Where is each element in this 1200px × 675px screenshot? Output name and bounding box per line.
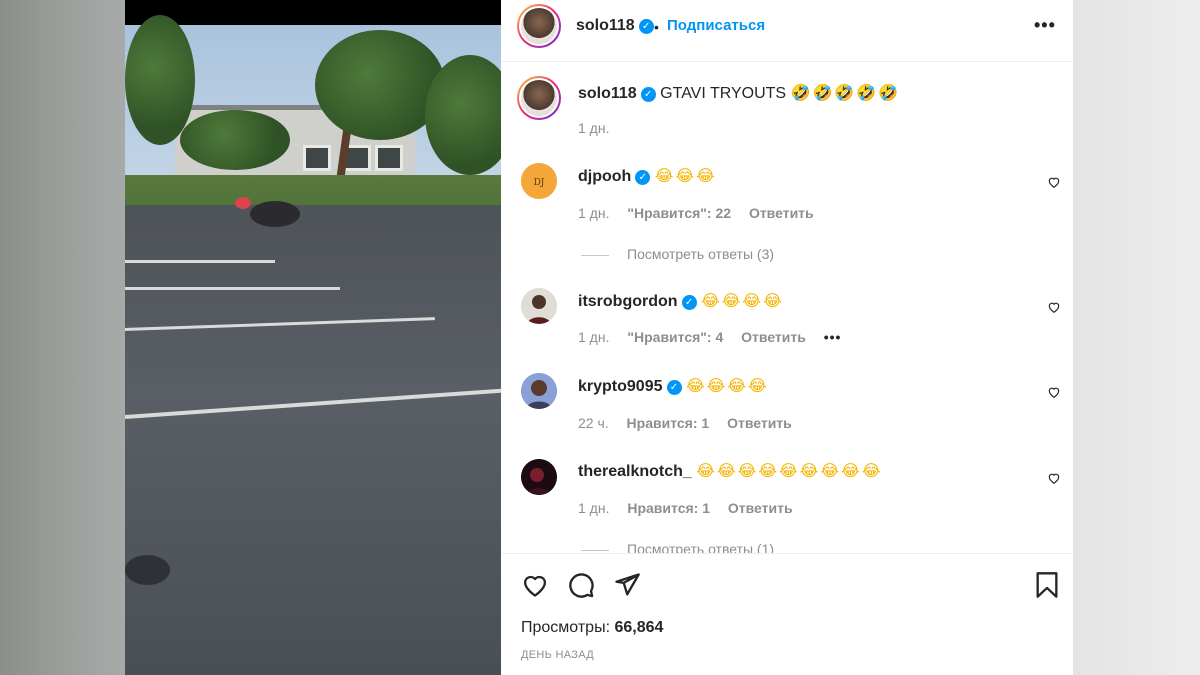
post-time-ago[interactable]: ДЕНЬ НАЗАД [521,649,594,661]
comment-emojis: 😂😂😂😂😂😂😂😂😂 [696,463,883,480]
send-icon[interactable] [613,571,641,599]
comment-avatar[interactable] [521,459,557,495]
comment-emojis: 😂😂😂😂 [685,378,769,395]
comment-likes[interactable]: Нравится: 1 [627,500,710,516]
comment-avatar[interactable]: DJ [521,163,557,199]
follow-button[interactable]: Подписаться [667,17,765,34]
post-options-button[interactable]: ••• [1034,15,1056,36]
video-scooter-light [235,197,251,209]
video-parking-line [125,260,275,263]
view-replies-button[interactable]: Посмотреть ответы (1) [581,541,774,553]
reply-button[interactable]: Ответить [727,415,792,431]
comment-text: itsrobgordon ✓ 😂😂😂😂 [578,291,784,311]
comment-like-heart-icon[interactable] [1047,300,1061,314]
verified-badge-icon: ✓ [635,170,651,185]
post-details-panel: solo118 ✓ • Подписаться ••• solo118 ✓ GTAV… [501,0,1073,675]
caption-avatar[interactable] [517,76,561,120]
comment-time[interactable]: 1 дн. [578,329,609,345]
comment-text: therealknotch_ 😂😂😂😂😂😂😂😂😂 [578,461,883,481]
views-label: Просмотры: [521,619,611,636]
comment-avatar[interactable] [521,288,557,324]
comment-likes[interactable]: "Нравится": 4 [627,329,723,345]
verified-badge-icon: ✓ [681,295,697,310]
verified-badge-icon: ✓ [638,19,654,34]
caption-meta: 1 дн. [578,120,623,136]
views-number: 66,864 [614,619,664,636]
views-count: Просмотры: 66,864 [521,619,663,637]
view-replies-button[interactable]: Посмотреть ответы (3) [581,246,774,262]
author-username[interactable]: solo118 ✓ [576,17,654,35]
video-asphalt [125,205,501,675]
video-window [375,145,403,171]
post-video[interactable] [125,0,501,675]
video-top-bar [125,0,501,25]
comment-emojis: 😂😂😂 [654,168,717,185]
video-tree [125,15,195,145]
djpooh-logo-icon: DJ [521,163,557,199]
video-tree [180,110,290,170]
author-username-text: solo118 [576,17,635,34]
therealknotch-avatar-icon [521,459,557,495]
header-separator: • [654,19,659,35]
comment-options-button[interactable]: ••• [824,329,842,345]
bookmark-icon[interactable] [1033,571,1061,599]
itsrobgordon-avatar-icon [521,288,557,324]
comment-avatar[interactable] [521,373,557,409]
caption-emojis: 🤣🤣🤣🤣🤣 [790,85,901,102]
comment-username[interactable]: itsrobgordon [578,293,678,310]
author-avatar[interactable] [517,4,561,48]
comments-list: solo118 ✓ GTAVI TRYOUTS 🤣🤣🤣🤣🤣 1 дн. DJ dj… [501,63,1073,553]
comment-username[interactable]: krypto9095 [578,378,663,395]
comment-likes[interactable]: Нравится: 1 [627,415,710,431]
krypto9095-avatar-icon [521,373,557,409]
verified-badge-icon: ✓ [640,87,656,102]
verified-badge-icon: ✓ [666,380,682,395]
author-avatar-image [519,6,559,46]
comment-username[interactable]: djpooh [578,168,631,185]
caption-time[interactable]: 1 дн. [578,120,609,136]
video-rider [250,201,300,227]
video-frame [125,15,501,675]
reply-button[interactable]: Ответить [728,500,793,516]
comment-meta: 1 дн. "Нравится": 22 Ответить [578,205,828,221]
svg-text:DJ: DJ [534,178,545,188]
video-window [303,145,331,171]
comment-like-heart-icon[interactable] [1047,385,1061,399]
comment-likes[interactable]: "Нравится": 22 [627,205,731,221]
reply-button[interactable]: Ответить [749,205,814,221]
comment-meta: 1 дн. "Нравится": 4 Ответить ••• [578,329,855,345]
caption-avatar-image [519,78,559,118]
post-header: solo118 ✓ • Подписаться ••• [501,0,1073,62]
backdrop-right [1073,0,1200,675]
video-puddle [125,555,170,585]
caption: solo118 ✓ GTAVI TRYOUTS 🤣🤣🤣🤣🤣 [578,83,900,103]
comment-time[interactable]: 1 дн. [578,500,609,516]
comment-text: krypto9095 ✓ 😂😂😂😂 [578,376,769,396]
comment-meta: 22 ч. Нравится: 1 Ответить [578,415,806,431]
heart-icon[interactable] [521,571,549,599]
comment-meta: 1 дн. Нравится: 1 Ответить [578,500,807,516]
comment-like-heart-icon[interactable] [1047,471,1061,485]
comment-time[interactable]: 1 дн. [578,205,609,221]
caption-text: GTAVI TRYOUTS [660,85,787,102]
backdrop-left [0,0,125,675]
video-parking-line [125,287,340,290]
reply-button[interactable]: Ответить [741,329,806,345]
comment-time[interactable]: 22 ч. [578,415,609,431]
caption-username[interactable]: solo118 [578,85,637,102]
comment-username[interactable]: therealknotch_ [578,463,692,480]
post-actions: Просмотры: 66,864 ДЕНЬ НАЗАД [501,553,1073,675]
comment-emojis: 😂😂😂😂 [701,293,784,310]
comment-icon[interactable] [567,571,595,599]
comment-like-heart-icon[interactable] [1047,175,1061,189]
comment-text: djpooh ✓ 😂😂😂 [578,166,717,186]
